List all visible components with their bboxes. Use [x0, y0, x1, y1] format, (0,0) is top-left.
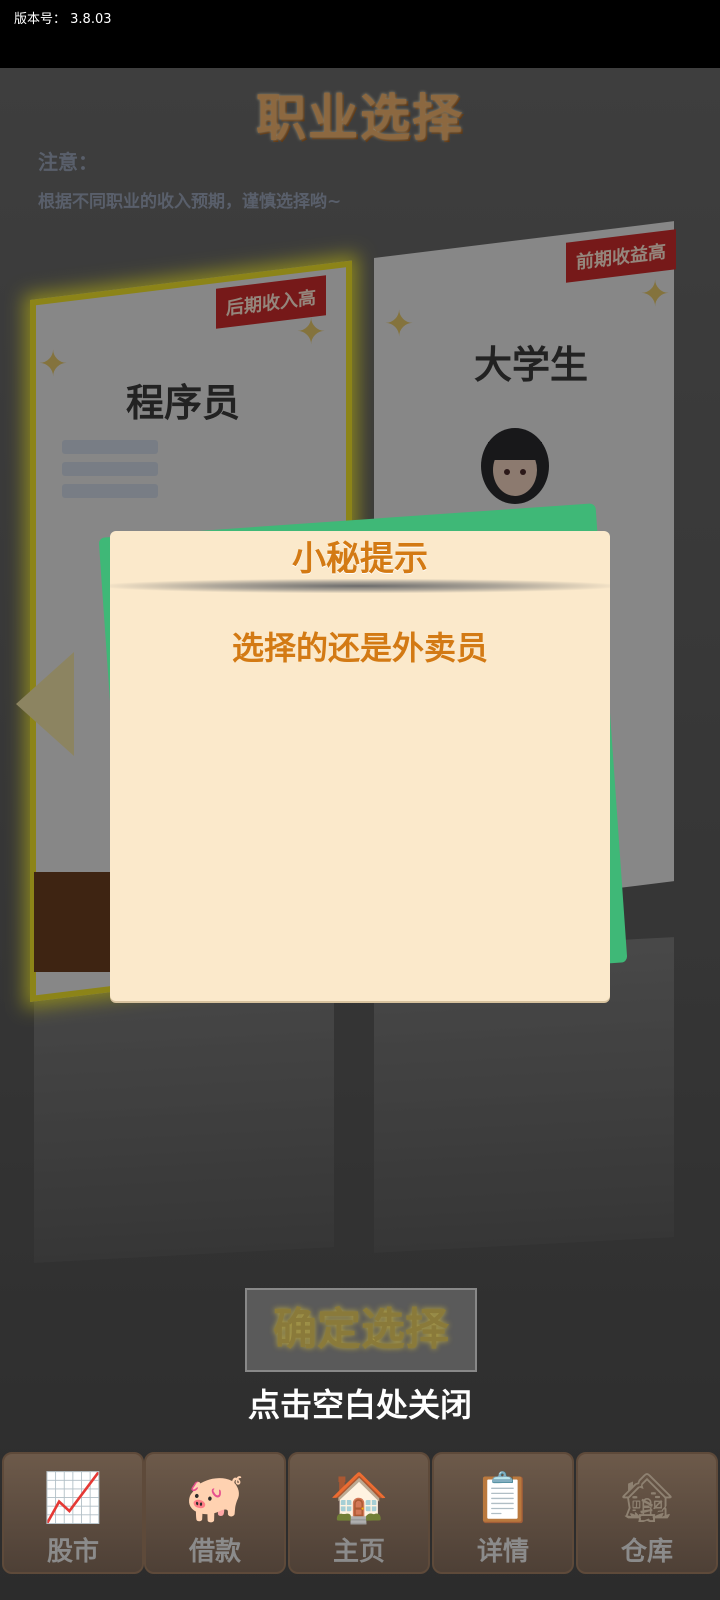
- bottom-nav: 📈 股市 🐖 借款 🏠 主页 📋 详情 🏚 仓库: [0, 1452, 720, 1600]
- house-icon: 🏠: [329, 1470, 389, 1526]
- dialog-title: 小秘提示: [292, 539, 428, 579]
- nav-label: 借款: [188, 1537, 241, 1567]
- piggy-bank-icon: 🐖: [185, 1470, 245, 1526]
- version-text: 版本号： 3.8.03: [14, 12, 112, 27]
- nav-item-warehouse[interactable]: 🏚 仓库: [576, 1452, 718, 1574]
- dialog-divider: [110, 579, 610, 593]
- nav-item-details[interactable]: 📋 详情: [432, 1452, 574, 1574]
- dialog-message: 选择的还是外卖员: [231, 629, 488, 667]
- nav-item-loan[interactable]: 🐖 借款: [144, 1452, 286, 1574]
- stock-chart-icon: 📈: [43, 1470, 103, 1526]
- nav-item-home[interactable]: 🏠 主页: [288, 1452, 430, 1574]
- nav-label: 股市: [46, 1537, 99, 1567]
- warehouse-icon: 🏚: [616, 1470, 678, 1526]
- nav-label: 详情: [476, 1537, 529, 1567]
- nav-label: 主页: [332, 1537, 385, 1567]
- nav-label: 仓库: [620, 1537, 673, 1567]
- profile-card-icon: 📋: [473, 1470, 533, 1526]
- version-bar: 版本号： 3.8.03: [0, 0, 720, 69]
- close-hint-text: 点击空白处关闭: [247, 1386, 472, 1424]
- tip-dialog: 小秘提示 选择的还是外卖员: [110, 531, 610, 1001]
- nav-item-stock[interactable]: 📈 股市: [2, 1452, 144, 1574]
- confirm-selection-button[interactable]: 确定选择: [245, 1288, 477, 1372]
